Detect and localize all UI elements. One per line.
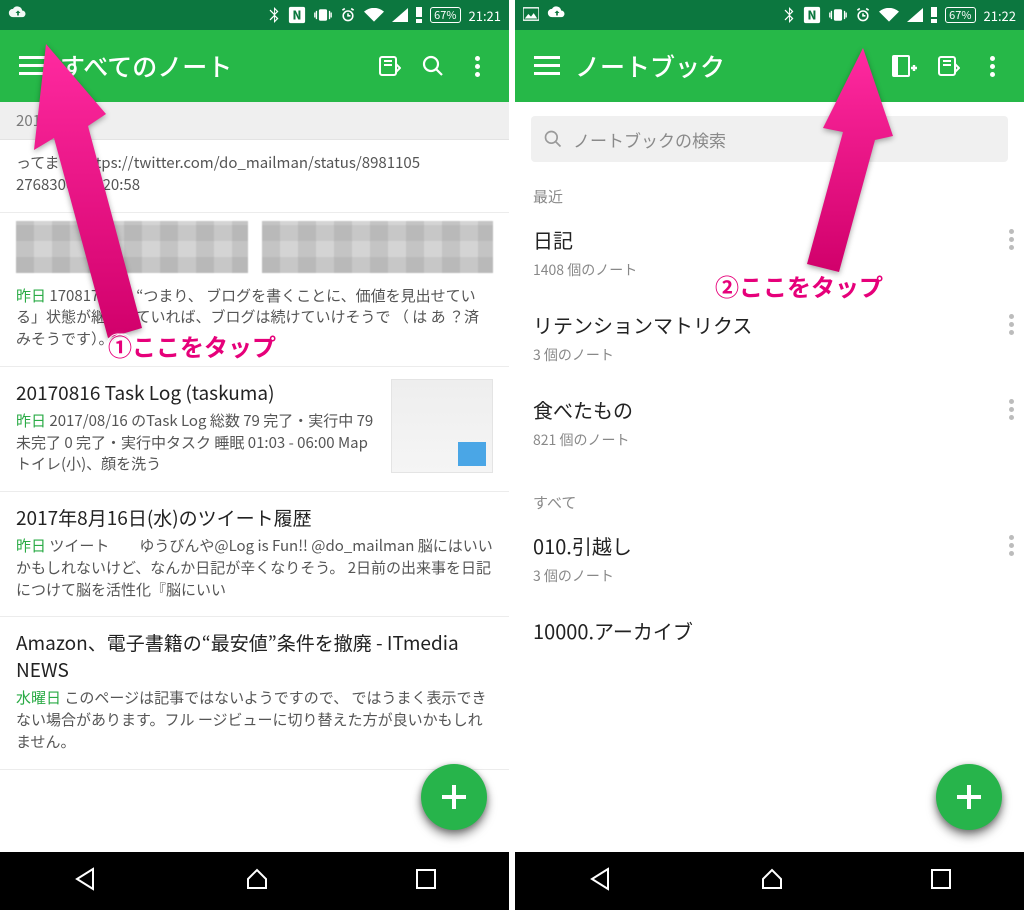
status-bar: N 67% 21:22 <box>515 0 1024 30</box>
notebook-item[interactable]: 日記 1408 個のノート <box>515 213 1024 298</box>
status-bar: N 67% 21:21 <box>0 0 509 30</box>
home-button[interactable] <box>244 866 270 897</box>
section-recent: 最近 <box>515 176 1024 213</box>
svg-text:N: N <box>293 7 302 24</box>
vibrate-icon <box>314 7 332 23</box>
search-placeholder: ノートブックの検索 <box>573 127 726 152</box>
app-bar: ノートブック <box>515 30 1024 102</box>
cloud-upload-icon <box>8 5 28 25</box>
item-overflow[interactable] <box>1009 314 1014 335</box>
note-day: 昨日 <box>16 285 46 306</box>
nav-bar <box>0 852 509 910</box>
notebook-count: 1408 個のノート <box>533 260 1006 280</box>
date-header: 2017 月 <box>0 102 509 140</box>
appbar-title: ノートブック <box>569 48 882 84</box>
home-button[interactable] <box>759 866 785 897</box>
bluetooth-icon <box>268 7 280 23</box>
new-notebook-button[interactable] <box>882 44 926 88</box>
hamburger-button[interactable] <box>525 44 569 88</box>
search-field[interactable]: ノートブックの検索 <box>531 116 1008 162</box>
fab-add[interactable] <box>421 764 487 830</box>
note-title: 2017年8月16日(水)のツイート履歴 <box>16 504 493 531</box>
bluetooth-icon <box>783 7 795 23</box>
notebook-name: 010.引越し <box>533 531 1006 560</box>
appbar-title: すべてのノート <box>54 48 367 84</box>
item-overflow[interactable] <box>1009 229 1014 250</box>
fab-add[interactable] <box>936 764 1002 830</box>
battery-indicator: 67% <box>430 7 460 23</box>
alarm-icon <box>855 7 871 23</box>
status-time: 21:22 <box>984 6 1016 25</box>
recents-button[interactable] <box>415 868 437 895</box>
notes-list[interactable]: 2017 月 ってま た https://twitter.com/do_mail… <box>0 102 509 852</box>
nfc-icon: N <box>803 6 821 24</box>
note-item[interactable]: Amazon、電子書籍の“最安値”条件を撤廃 - ITmedia NEWS 水曜… <box>0 617 509 769</box>
note-item[interactable]: 20170816 Task Log (taskuma) 昨日 2017/08/1… <box>0 367 509 492</box>
svg-text:N: N <box>808 7 817 24</box>
nav-bar <box>515 852 1024 910</box>
overflow-button[interactable] <box>455 44 499 88</box>
recents-button[interactable] <box>930 868 952 895</box>
notebook-name: 食べたもの <box>533 395 1006 424</box>
note-day: 水曜日 <box>16 687 61 708</box>
notebook-item[interactable]: リテンションマトリクス 3 個のノート <box>515 298 1024 383</box>
battery-indicator: 67% <box>945 7 975 23</box>
note-day: 昨日 <box>16 410 46 431</box>
vibrate-icon <box>829 7 847 23</box>
note-day: 昨日 <box>16 535 46 556</box>
notebook-list[interactable]: ノートブックの検索 最近 日記 1408 個のノート リテンションマトリクス 3… <box>515 102 1024 852</box>
hamburger-button[interactable] <box>10 44 54 88</box>
search-button[interactable] <box>411 44 455 88</box>
notebook-item[interactable]: 食べたもの 821 個のノート <box>515 383 1024 468</box>
note-title: 20170816 Task Log (taskuma) <box>16 379 379 406</box>
alarm-icon <box>340 7 356 23</box>
app-bar: すべてのノート <box>0 30 509 102</box>
notebook-count: 821 個のノート <box>533 430 1006 450</box>
image-icon <box>523 6 539 25</box>
note-thumbnails <box>0 213 509 273</box>
notebook-count: 3 個のノート <box>533 566 1006 586</box>
note-item[interactable]: ってま た https://twitter.com/do_mailman/sta… <box>0 140 509 213</box>
note-body: ってま た https://twitter.com/do_mailman/sta… <box>16 152 420 195</box>
cloud-upload-icon <box>547 5 567 25</box>
notebook-name: リテンションマトリクス <box>533 310 1006 339</box>
signal-icon <box>392 8 408 22</box>
section-all: すべて <box>515 482 1024 519</box>
note-body: 2017/08/16 のTask Log 総数 79 完了・実行中 79 未完了… <box>16 410 373 475</box>
phone-right: N 67% 21:22 ノートブック <box>515 0 1024 910</box>
notebook-item[interactable]: 10000.アーカイブ <box>515 604 1024 663</box>
note-title: Amazon、電子書籍の“最安値”条件を撤廃 - ITmedia NEWS <box>16 629 493 683</box>
warn-icon <box>416 7 422 23</box>
item-overflow[interactable] <box>1009 535 1014 556</box>
share-button[interactable] <box>926 44 970 88</box>
wifi-icon <box>879 8 899 22</box>
nfc-icon: N <box>288 6 306 24</box>
notebook-name: 10000.アーカイブ <box>533 616 1006 645</box>
note-body: ツイート ゆうびんや@Log is Fun!! @do_mailman 脳にはい… <box>16 535 493 600</box>
note-item[interactable]: 2017年8月16日(水)のツイート履歴 昨日 ツイート ゆうびんや@Log i… <box>0 492 509 617</box>
notebook-count: 3 個のノート <box>533 345 1006 365</box>
note-thumbnail <box>391 379 493 473</box>
signal-icon <box>907 8 923 22</box>
back-button[interactable] <box>588 866 614 897</box>
warn-icon <box>931 7 937 23</box>
wifi-icon <box>364 8 384 22</box>
status-time: 21:21 <box>469 6 501 25</box>
phone-left: N 67% 21:21 すべてのノート <box>0 0 509 910</box>
notebook-item[interactable]: 010.引越し 3 個のノート <box>515 519 1024 604</box>
item-overflow[interactable] <box>1009 399 1014 420</box>
notebook-name: 日記 <box>533 225 1006 254</box>
overflow-button[interactable] <box>970 44 1014 88</box>
back-button[interactable] <box>73 866 99 897</box>
note-item[interactable]: 昨日 170817-08 8 “つまり、 ブログを書くことに、価値を見出せている… <box>0 273 509 367</box>
note-body: 170817-08 8 “つまり、 ブログを書くことに、価値を見出せている」状態… <box>16 285 479 350</box>
new-note-button[interactable] <box>367 44 411 88</box>
note-body: このページは記事ではないようですので、 ではうまく表示できない場合があります。フ… <box>16 687 487 752</box>
